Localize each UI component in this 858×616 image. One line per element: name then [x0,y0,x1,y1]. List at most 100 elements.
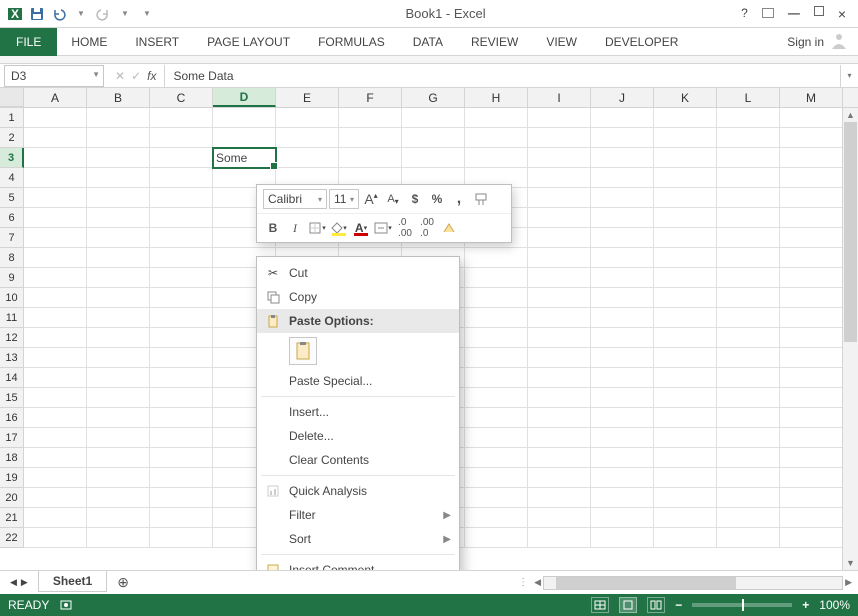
tab-page-layout[interactable]: PAGE LAYOUT [193,28,304,56]
tab-file[interactable]: FILE [0,28,57,56]
bold-icon[interactable]: B [263,218,283,238]
cell-A21[interactable] [24,508,87,528]
cell-K18[interactable] [654,448,717,468]
cell-I5[interactable] [528,188,591,208]
redo-icon[interactable] [94,5,112,23]
cell-E2[interactable] [276,128,339,148]
row-header-19[interactable]: 19 [0,468,24,488]
cell-B5[interactable] [87,188,150,208]
cell-M4[interactable] [780,168,843,188]
col-header-D[interactable]: D [213,88,276,107]
percent-format-icon[interactable]: % [427,189,447,209]
tab-view[interactable]: VIEW [532,28,591,56]
tab-formulas[interactable]: FORMULAS [304,28,399,56]
cell-A5[interactable] [24,188,87,208]
cell-H17[interactable] [465,428,528,448]
cell-E1[interactable] [276,108,339,128]
help-icon[interactable]: ? [741,6,748,22]
cell-M18[interactable] [780,448,843,468]
cell-B21[interactable] [87,508,150,528]
cell-M19[interactable] [780,468,843,488]
cell-B20[interactable] [87,488,150,508]
view-normal-icon[interactable] [591,597,609,613]
cell-B19[interactable] [87,468,150,488]
vertical-scrollbar[interactable]: ▲ ▼ [842,108,858,570]
select-all-corner[interactable] [0,88,24,107]
cell-C3[interactable] [150,148,213,168]
cell-J4[interactable] [591,168,654,188]
cell-I19[interactable] [528,468,591,488]
cell-J20[interactable] [591,488,654,508]
cell-A9[interactable] [24,268,87,288]
paste-option-default[interactable] [289,337,317,365]
ctx-delete[interactable]: Delete... [257,424,459,448]
cell-A14[interactable] [24,368,87,388]
new-sheet-icon[interactable]: ⊕ [107,574,139,591]
sheet-nav-first-icon[interactable]: ◀ [10,577,17,588]
redo-dropdown-icon[interactable]: ▼ [116,5,134,23]
row-header-6[interactable]: 6 [0,208,24,228]
cell-M11[interactable] [780,308,843,328]
col-header-M[interactable]: M [780,88,843,107]
cell-K2[interactable] [654,128,717,148]
cell-J15[interactable] [591,388,654,408]
ctx-cut[interactable]: ✂ Cut [257,261,459,285]
cell-A22[interactable] [24,528,87,548]
cell-H15[interactable] [465,388,528,408]
cell-J22[interactable] [591,528,654,548]
cell-M13[interactable] [780,348,843,368]
row-header-18[interactable]: 18 [0,448,24,468]
cell-B1[interactable] [87,108,150,128]
cell-J6[interactable] [591,208,654,228]
cell-L13[interactable] [717,348,780,368]
cell-A19[interactable] [24,468,87,488]
cell-C16[interactable] [150,408,213,428]
cell-M12[interactable] [780,328,843,348]
cell-M1[interactable] [780,108,843,128]
cell-C9[interactable] [150,268,213,288]
qat-customize-icon[interactable]: ▼ [138,5,156,23]
cell-H11[interactable] [465,308,528,328]
cell-A8[interactable] [24,248,87,268]
cell-J18[interactable] [591,448,654,468]
fill-color-icon[interactable]: ▾ [329,218,349,238]
accounting-format-icon[interactable]: $ [405,189,425,209]
cell-B14[interactable] [87,368,150,388]
col-header-C[interactable]: C [150,88,213,107]
ctx-filter[interactable]: Filter ▶ [257,503,459,527]
cell-I16[interactable] [528,408,591,428]
mini-font-size[interactable]: 11▾ [329,189,359,209]
row-header-14[interactable]: 14 [0,368,24,388]
ctx-insert[interactable]: Insert... [257,400,459,424]
cell-F2[interactable] [339,128,402,148]
row-header-9[interactable]: 9 [0,268,24,288]
name-box-dropdown-icon[interactable]: ▼ [92,70,100,79]
mini-font-family[interactable]: Calibri▾ [263,189,327,209]
cell-L20[interactable] [717,488,780,508]
zoom-in-icon[interactable]: + [802,598,809,612]
cell-K6[interactable] [654,208,717,228]
tab-data[interactable]: DATA [399,28,457,56]
cell-A17[interactable] [24,428,87,448]
cell-I12[interactable] [528,328,591,348]
cell-K4[interactable] [654,168,717,188]
cell-M22[interactable] [780,528,843,548]
cell-K3[interactable] [654,148,717,168]
cell-B10[interactable] [87,288,150,308]
cell-K20[interactable] [654,488,717,508]
cell-H9[interactable] [465,268,528,288]
cell-K7[interactable] [654,228,717,248]
cell-A2[interactable] [24,128,87,148]
col-header-L[interactable]: L [717,88,780,107]
italic-icon[interactable]: I [285,218,305,238]
col-header-B[interactable]: B [87,88,150,107]
cell-I18[interactable] [528,448,591,468]
cell-L6[interactable] [717,208,780,228]
cell-H2[interactable] [465,128,528,148]
col-header-E[interactable]: E [276,88,339,107]
cell-J1[interactable] [591,108,654,128]
cell-C13[interactable] [150,348,213,368]
cell-M17[interactable] [780,428,843,448]
cell-I10[interactable] [528,288,591,308]
cell-G1[interactable] [402,108,465,128]
